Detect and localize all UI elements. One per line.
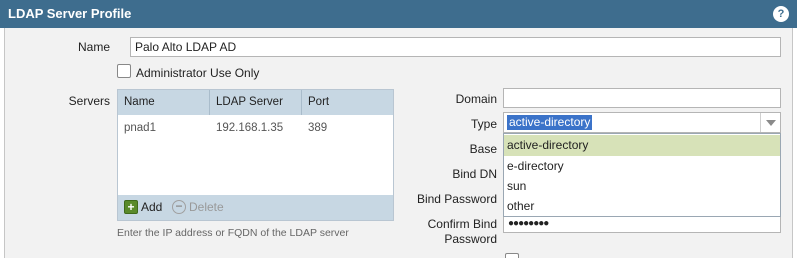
type-label: Type <box>470 117 497 131</box>
dialog-title: LDAP Server Profile <box>8 6 132 21</box>
servers-table-toolbar: + Add − Delete <box>118 195 393 220</box>
servers-label: Servers <box>68 94 110 108</box>
column-header-name[interactable]: Name <box>118 90 210 115</box>
type-select[interactable]: active-directory <box>503 112 781 133</box>
name-label: Name <box>77 40 110 54</box>
type-option-sun[interactable]: sun <box>504 176 780 197</box>
admin-use-only-label: Administrator Use Only <box>136 66 260 80</box>
admin-use-only-checkbox[interactable] <box>117 64 131 78</box>
name-input[interactable]: Palo Alto LDAP AD <box>130 37 781 57</box>
delete-icon: − <box>172 200 186 214</box>
domain-input[interactable] <box>503 88 781 108</box>
chevron-down-icon[interactable] <box>760 113 780 132</box>
type-option-e-directory[interactable]: e-directory <box>504 156 780 177</box>
bind-dn-label: Bind DN <box>452 167 497 181</box>
bind-password-label: Bind Password <box>416 192 497 206</box>
delete-button: Delete <box>189 200 224 214</box>
help-icon[interactable]: ? <box>773 6 789 22</box>
base-label: Base <box>469 142 497 156</box>
column-header-ldap-server[interactable]: LDAP Server <box>210 90 302 115</box>
type-select-value[interactable]: active-directory <box>507 115 593 130</box>
cell-server-port[interactable]: 389 <box>302 118 393 138</box>
domain-label: Domain <box>455 92 497 106</box>
confirm-bind-label-password: Password <box>444 232 497 246</box>
column-header-port[interactable]: Port <box>302 90 393 115</box>
cell-server-name[interactable]: pnad1 <box>118 118 210 138</box>
add-icon[interactable]: + <box>124 200 138 214</box>
cell-server-address[interactable]: 192.168.1.35 <box>210 118 302 138</box>
servers-table: Name LDAP Server Port pnad1 192.168.1.35… <box>117 89 394 221</box>
servers-hint: Enter the IP address or FQDN of the LDAP… <box>117 227 349 239</box>
add-button[interactable]: Add <box>141 200 162 215</box>
title-bar: LDAP Server Profile ? <box>0 0 797 28</box>
bottom-checkbox[interactable] <box>505 253 519 258</box>
servers-table-header: Name LDAP Server Port <box>118 90 393 115</box>
type-option-active-directory[interactable]: active-directory <box>504 135 780 156</box>
type-option-other[interactable]: other <box>504 196 780 217</box>
confirm-bind-label: Confirm Bind <box>427 217 497 231</box>
type-dropdown-list: active-directory e-directory sun other <box>503 133 781 217</box>
